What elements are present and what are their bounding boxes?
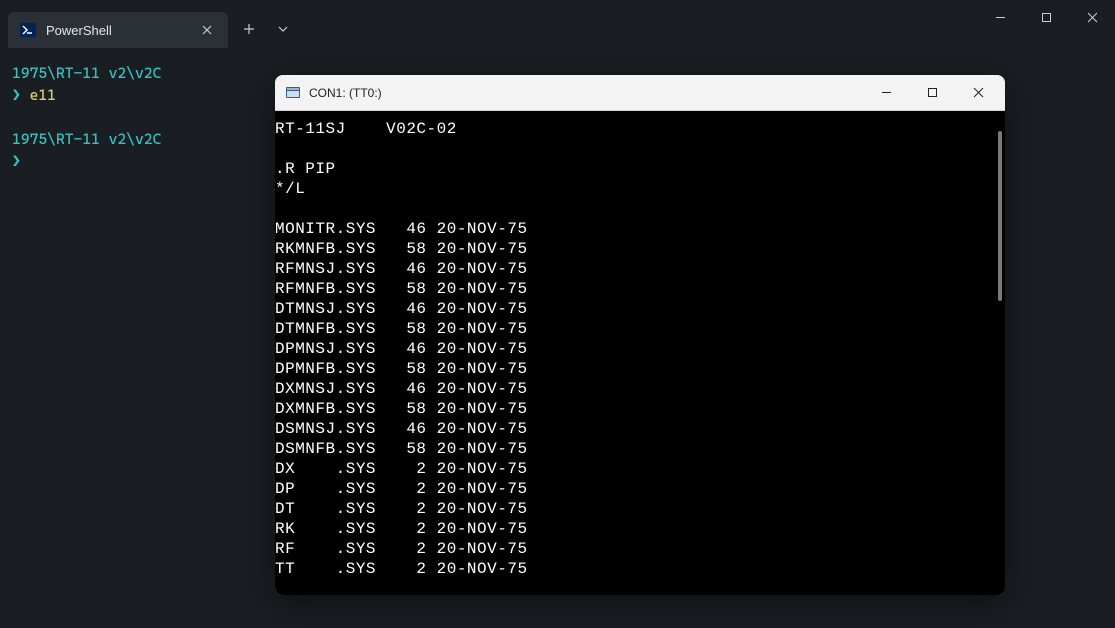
- console-output[interactable]: RT-11SJ V02C-02 .R PIP */L MONITR.SYS 46…: [275, 111, 993, 595]
- console-maximize-button[interactable]: [909, 77, 955, 109]
- prompt-path: 1975\RT-11 v2\v2C: [12, 130, 161, 148]
- new-tab-button[interactable]: [232, 12, 266, 46]
- console-app-icon: [285, 85, 301, 101]
- powershell-icon: [20, 22, 36, 38]
- console-scrollbar[interactable]: [993, 111, 1005, 595]
- terminal-window-controls: [977, 0, 1115, 34]
- prompt-symbol: ❯: [12, 86, 21, 104]
- terminal-tabs: PowerShell: [0, 0, 300, 48]
- prompt-command: e11: [30, 86, 56, 104]
- maximize-button[interactable]: [1023, 0, 1069, 34]
- console-scrollbar-thumb[interactable]: [998, 131, 1002, 301]
- tab-dropdown-button[interactable]: [266, 12, 300, 46]
- console-titlebar[interactable]: CON1: (TT0:): [275, 75, 1005, 111]
- terminal-titlebar: PowerShell: [0, 0, 1115, 48]
- tab-powershell[interactable]: PowerShell: [8, 12, 228, 48]
- console-window: CON1: (TT0:) RT-11SJ V02C-02 .R PIP */L …: [275, 75, 1005, 595]
- close-button[interactable]: [1069, 0, 1115, 34]
- console-title: CON1: (TT0:): [309, 86, 855, 100]
- minimize-button[interactable]: [977, 0, 1023, 34]
- prompt-path: 1975\RT-11 v2\v2C: [12, 64, 161, 82]
- prompt-symbol: ❯: [12, 152, 21, 170]
- tab-title: PowerShell: [46, 23, 188, 38]
- console-window-controls: [863, 77, 1001, 109]
- tab-close-button[interactable]: [198, 21, 216, 39]
- console-minimize-button[interactable]: [863, 77, 909, 109]
- console-close-button[interactable]: [955, 77, 1001, 109]
- console-body: RT-11SJ V02C-02 .R PIP */L MONITR.SYS 46…: [275, 111, 1005, 595]
